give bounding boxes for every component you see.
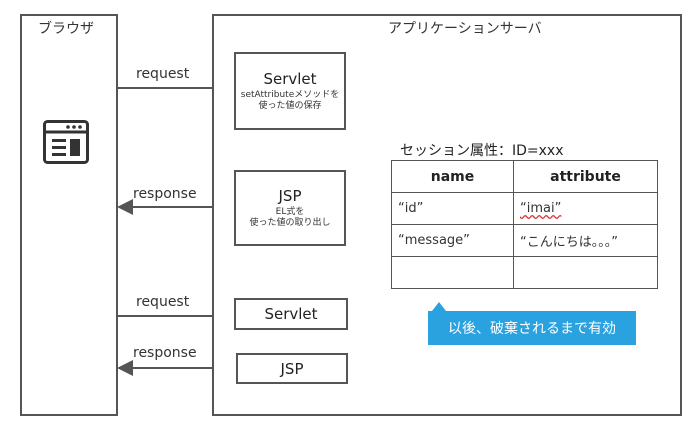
- header-attribute: attribute: [513, 160, 658, 193]
- cell-attribute: “imai”: [513, 192, 658, 225]
- callout-tail: [432, 302, 446, 311]
- request-label-1: request: [136, 66, 190, 82]
- table-row: “id” “imai”: [391, 192, 658, 225]
- table-row: “message” “こんにちは。。。”: [391, 224, 658, 257]
- browser-title: ブラウザ: [38, 21, 94, 37]
- jsp-title-2: JSP: [280, 359, 304, 378]
- browser-panel: ブラウザ: [20, 14, 118, 416]
- response-label-1: response: [133, 186, 197, 202]
- servlet-subtitle-1: setAttributeメソッドを 使った値の保存: [240, 90, 340, 111]
- request-label-2: request: [136, 294, 190, 310]
- cell-attribute-text: “imai”: [520, 201, 562, 216]
- table-header-row: name attribute: [391, 160, 658, 193]
- response-label-2: response: [133, 345, 197, 361]
- browser-window-icon: [43, 120, 89, 164]
- servlet-box-2: Servlet: [234, 298, 348, 330]
- cell-name: “id”: [391, 192, 514, 225]
- jsp-box-2: JSP: [236, 353, 348, 384]
- jsp-title-1: JSP: [278, 187, 302, 205]
- cell-attribute: “こんにちは。。。”: [513, 224, 658, 257]
- servlet-title-1: Servlet: [263, 70, 317, 88]
- header-name: name: [391, 160, 514, 193]
- servlet-title-2: Servlet: [264, 305, 318, 323]
- session-title: セッション属性：ID=xxx: [400, 143, 564, 159]
- table-row: [391, 256, 658, 289]
- server-title: アプリケーションサーバ: [388, 21, 542, 37]
- validity-callout: 以後、破棄されるまで有効: [428, 311, 636, 345]
- jsp-box-1: JSP EL式を 使った値の取り出し: [234, 170, 346, 246]
- cell-attribute: [513, 256, 658, 289]
- jsp-subtitle-1: EL式を 使った値の取り出し: [249, 207, 331, 228]
- session-attribute-table: name attribute “id” “imai” “message” “こん…: [391, 160, 658, 289]
- cell-name: “message”: [391, 224, 514, 257]
- cell-name: [391, 256, 514, 289]
- servlet-box-1: Servlet setAttributeメソッドを 使った値の保存: [234, 52, 346, 130]
